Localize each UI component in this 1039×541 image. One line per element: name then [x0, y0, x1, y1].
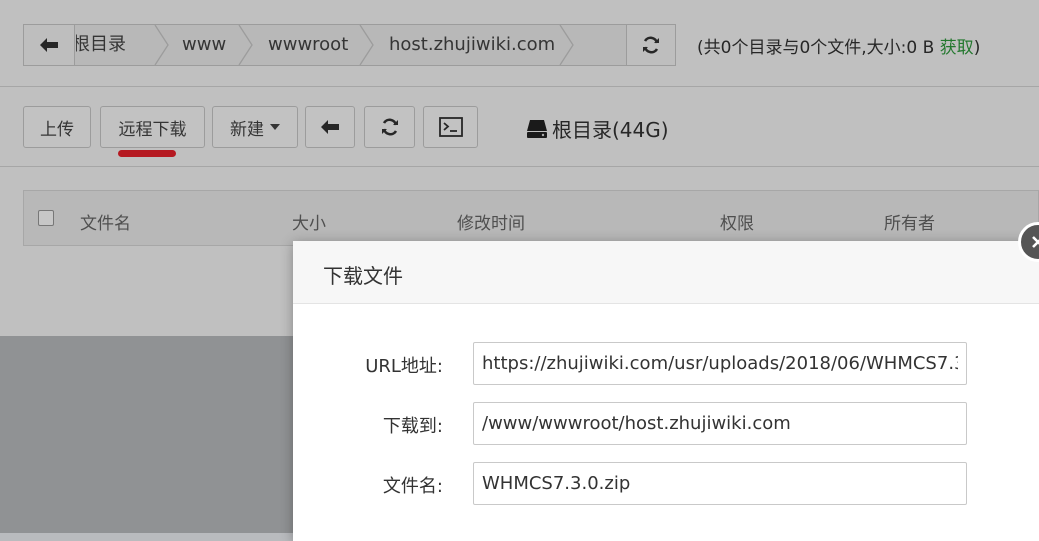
close-icon	[1032, 236, 1039, 248]
url-input[interactable]	[473, 342, 967, 385]
url-label: URL地址:	[365, 356, 443, 377]
dialog-header: 下载文件	[293, 241, 1039, 304]
download-to-label: 下载到:	[382, 416, 443, 437]
dialog-title: 下载文件	[323, 264, 403, 288]
download-file-dialog: 下载文件 URL地址: 下载到: 文件名:	[293, 241, 1039, 541]
filename-label: 文件名:	[382, 476, 443, 497]
download-path-input[interactable]	[473, 402, 967, 445]
filename-input[interactable]	[473, 462, 967, 505]
